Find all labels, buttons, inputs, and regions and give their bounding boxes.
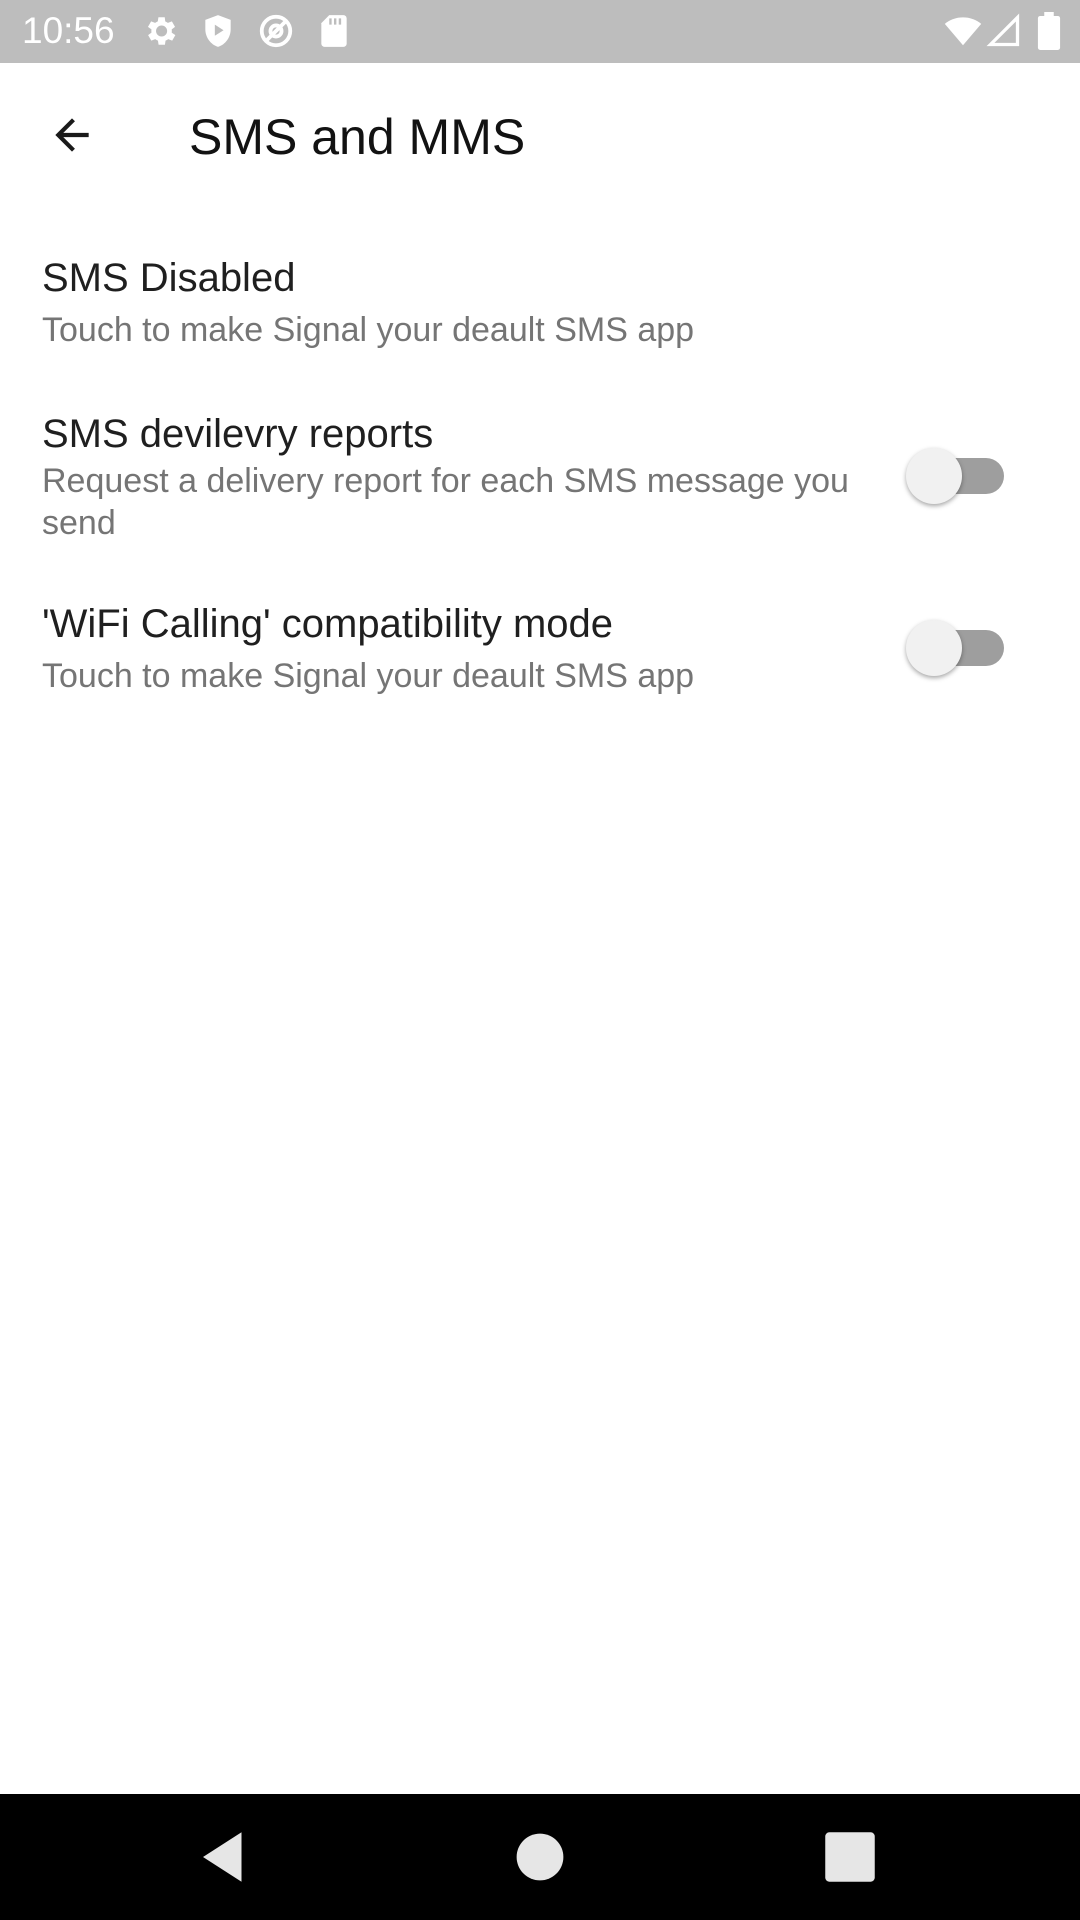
- nav-back-button[interactable]: [192, 1824, 258, 1890]
- nav-home-icon: [507, 1824, 573, 1890]
- pref-title: SMS devilevry reports: [42, 412, 434, 456]
- pref-wifi-calling-compat[interactable]: 'WiFi Calling' compatibility mode Touch …: [0, 590, 1080, 720]
- switch-thumb: [906, 620, 962, 676]
- switch-thumb: [906, 448, 962, 504]
- nav-back-icon: [192, 1824, 258, 1890]
- nav-recents-icon: [817, 1824, 883, 1890]
- wifi-calling-toggle[interactable]: [906, 620, 1006, 676]
- sd-card-icon: [315, 12, 353, 50]
- battery-icon: [1034, 12, 1064, 50]
- pref-title: 'WiFi Calling' compatibility mode: [42, 602, 613, 646]
- status-bar: 10:56: [0, 0, 1080, 63]
- nav-recents-button[interactable]: [817, 1824, 883, 1890]
- pref-summary: Touch to make Signal your deault SMS app: [42, 311, 695, 349]
- shield-play-icon: [199, 12, 237, 50]
- page-title: SMS and MMS: [189, 109, 526, 165]
- wifi-icon: [942, 12, 984, 50]
- signal-icon: [986, 12, 1022, 50]
- at-sign-icon: [257, 12, 295, 50]
- nav-home-button[interactable]: [507, 1824, 573, 1890]
- pref-sms-delivery-reports[interactable]: SMS devilevry reports Request a delivery…: [0, 400, 1080, 560]
- back-button[interactable]: [40, 105, 104, 169]
- settings-icon: [141, 12, 179, 50]
- status-time: 10:56: [22, 10, 115, 51]
- pref-title: SMS Disabled: [42, 256, 296, 300]
- arrow-back-icon: [47, 110, 97, 165]
- pref-sms-disabled[interactable]: SMS Disabled Touch to make Signal your d…: [0, 230, 1080, 370]
- pref-summary: Touch to make Signal your deault SMS app: [42, 657, 695, 695]
- app-bar: SMS and MMS: [0, 63, 1080, 210]
- nav-bar: [0, 1794, 1080, 1920]
- pref-summary: Request a delivery report for each SMS m…: [42, 462, 849, 542]
- delivery-reports-toggle[interactable]: [906, 448, 1006, 504]
